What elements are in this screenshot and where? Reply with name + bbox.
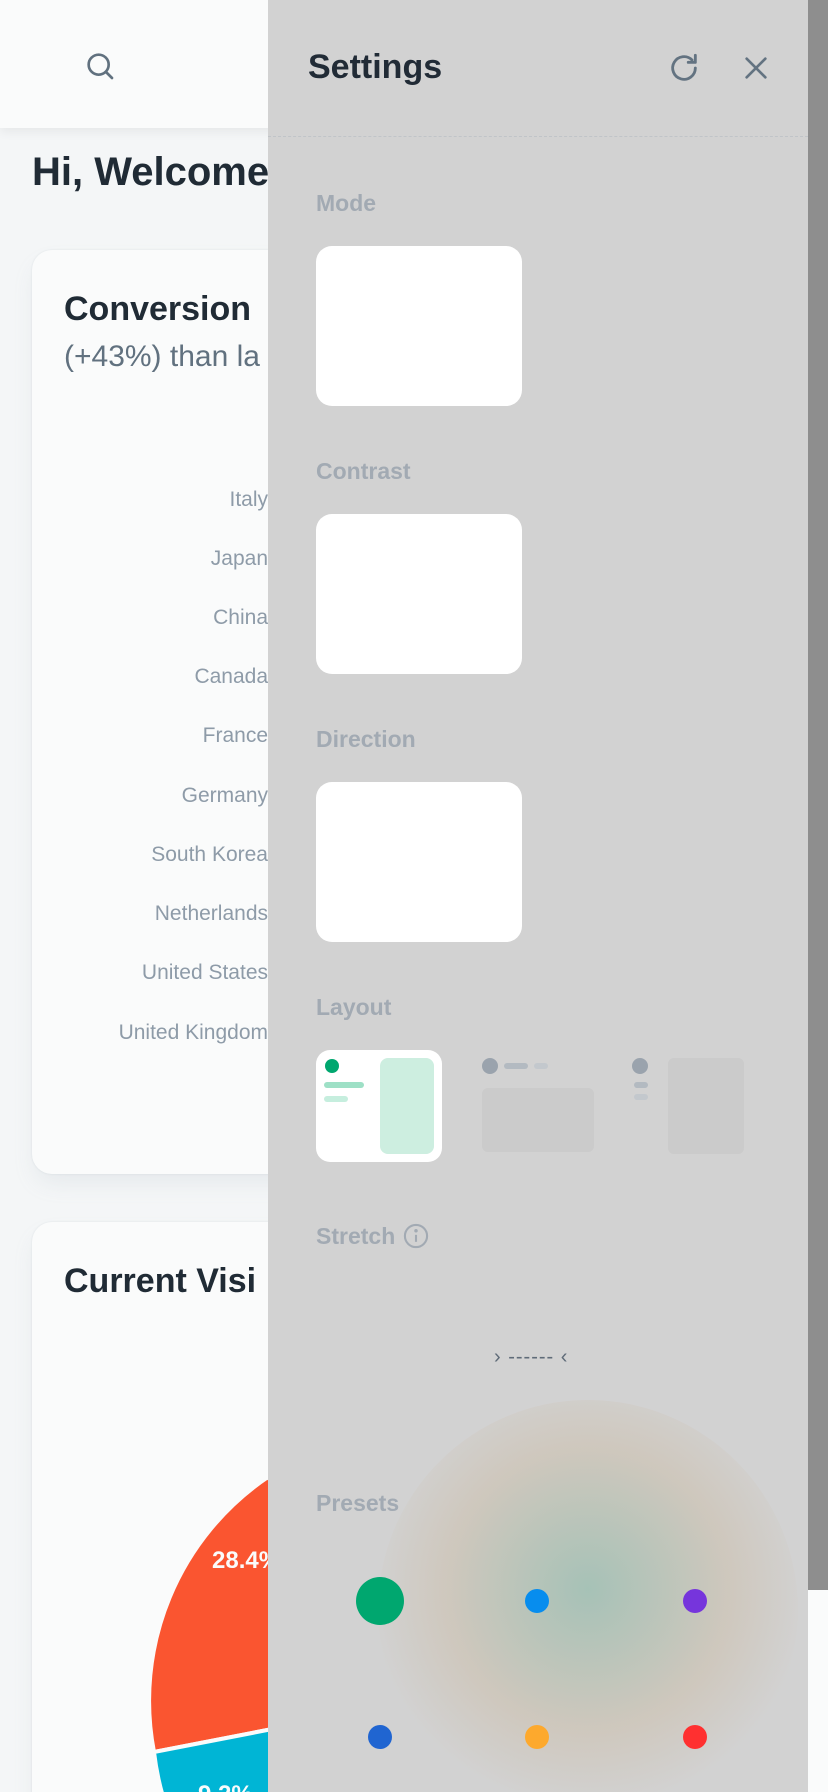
preset-red[interactable]: [683, 1725, 707, 1749]
settings-drawer: Settings Mode Contrast Direction Layout: [268, 0, 808, 1792]
stretch-label: Stretch: [316, 1222, 430, 1250]
preset-blue[interactable]: [525, 1589, 549, 1613]
stretch-label-text: Stretch: [316, 1223, 396, 1249]
layout-mini-preview: [632, 1058, 744, 1154]
layout-option-horizontal[interactable]: [474, 1050, 600, 1162]
refresh-icon: [671, 53, 697, 81]
close-button[interactable]: [734, 46, 778, 90]
preset-green[interactable]: [356, 1577, 404, 1625]
info-icon[interactable]: [402, 1222, 430, 1250]
contrast-label: Contrast: [316, 458, 411, 484]
layout-option-mini[interactable]: [632, 1050, 758, 1162]
reset-button[interactable]: [662, 46, 706, 90]
preset-orange[interactable]: [525, 1725, 549, 1749]
mode-label: Mode: [316, 190, 377, 216]
preset-dark-blue[interactable]: [368, 1725, 392, 1749]
layout-label: Layout: [316, 994, 392, 1020]
close-icon: [745, 57, 767, 79]
settings-title: Settings: [308, 48, 443, 86]
presets-label: Presets: [316, 1490, 400, 1516]
mode-option-card[interactable]: [316, 246, 522, 406]
stretch-toggle-track[interactable]: › ------ ‹: [494, 1346, 568, 1369]
direction-option-card[interactable]: [316, 782, 522, 942]
preset-purple[interactable]: [683, 1589, 707, 1613]
contrast-option-card[interactable]: [316, 514, 522, 674]
layout-horizontal-preview: [482, 1058, 594, 1152]
page-scrollbar[interactable]: [808, 0, 828, 1590]
settings-header: Settings: [268, 0, 808, 137]
direction-label: Direction: [316, 726, 416, 752]
layout-option-vertical[interactable]: [316, 1050, 442, 1162]
drawer-background-glow: [378, 1400, 798, 1792]
layout-vertical-preview: [324, 1058, 434, 1154]
